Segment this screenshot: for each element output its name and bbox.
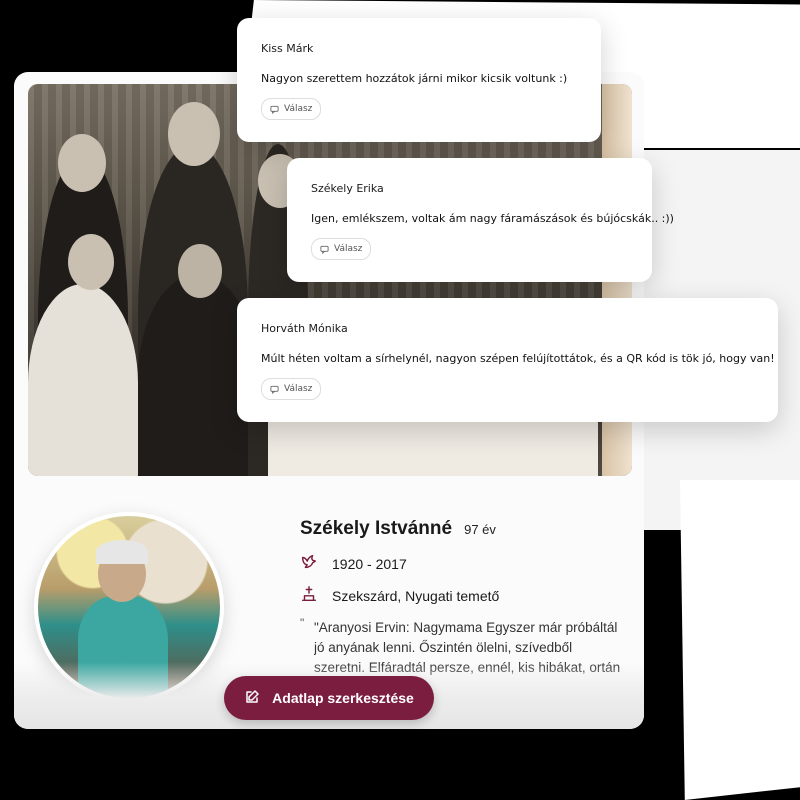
age-label: 97 év [464,522,496,537]
photo-face [68,234,114,290]
place-row: Szekszárd, Nyugati temető [300,585,499,606]
comment-author: Kiss Márk [261,42,314,55]
grave-icon [300,585,318,606]
comment-card: Székely Erika Igen, emlékszem, voltak ám… [287,158,674,282]
comment-text: Nagyon szerettem hozzátok járni mikor ki… [261,72,568,85]
reply-label: Válasz [334,244,363,254]
chat-icon [320,245,329,254]
reply-button[interactable]: Válasz [261,378,322,400]
reply-label: Válasz [284,384,313,394]
photo-face [58,134,106,192]
photo-face [178,244,222,298]
avatar-hair [96,540,148,564]
comment-card: Horváth Mónika Múlt héten voltam a sírhe… [237,298,778,422]
place-text: Szekszárd, Nyugati temető [332,587,500,604]
comment-text: Múlt héten voltam a sírhelynél, nagyon s… [261,352,775,365]
chat-icon [270,385,279,394]
edit-profile-label: Adatlap szerkesztése [272,690,414,706]
comment-author: Horváth Mónika [261,322,348,335]
background-shape [680,480,800,800]
photo-face [168,102,220,166]
edit-icon [244,689,260,708]
quote-mark: " [300,616,305,630]
reply-label: Válasz [284,104,313,114]
comment-card: Kiss Márk Nagyon szerettem hozzátok járn… [237,18,601,142]
years-row: 1920 - 2017 [300,553,407,574]
chat-icon [270,105,279,114]
comment-text: Igen, emlékszem, voltak ám nagy fáramász… [311,212,674,225]
photo-person [28,284,138,476]
edit-profile-button[interactable]: Adatlap szerkesztése [224,676,434,720]
comment-author: Székely Erika [311,182,384,195]
deceased-name: Székely Istvánné [300,518,453,539]
dove-icon [300,553,318,574]
name-row: Székely Istvánné 97 év [300,518,496,540]
reply-button[interactable]: Válasz [261,98,322,120]
reply-button[interactable]: Válasz [311,238,372,260]
years-text: 1920 - 2017 [332,555,407,572]
